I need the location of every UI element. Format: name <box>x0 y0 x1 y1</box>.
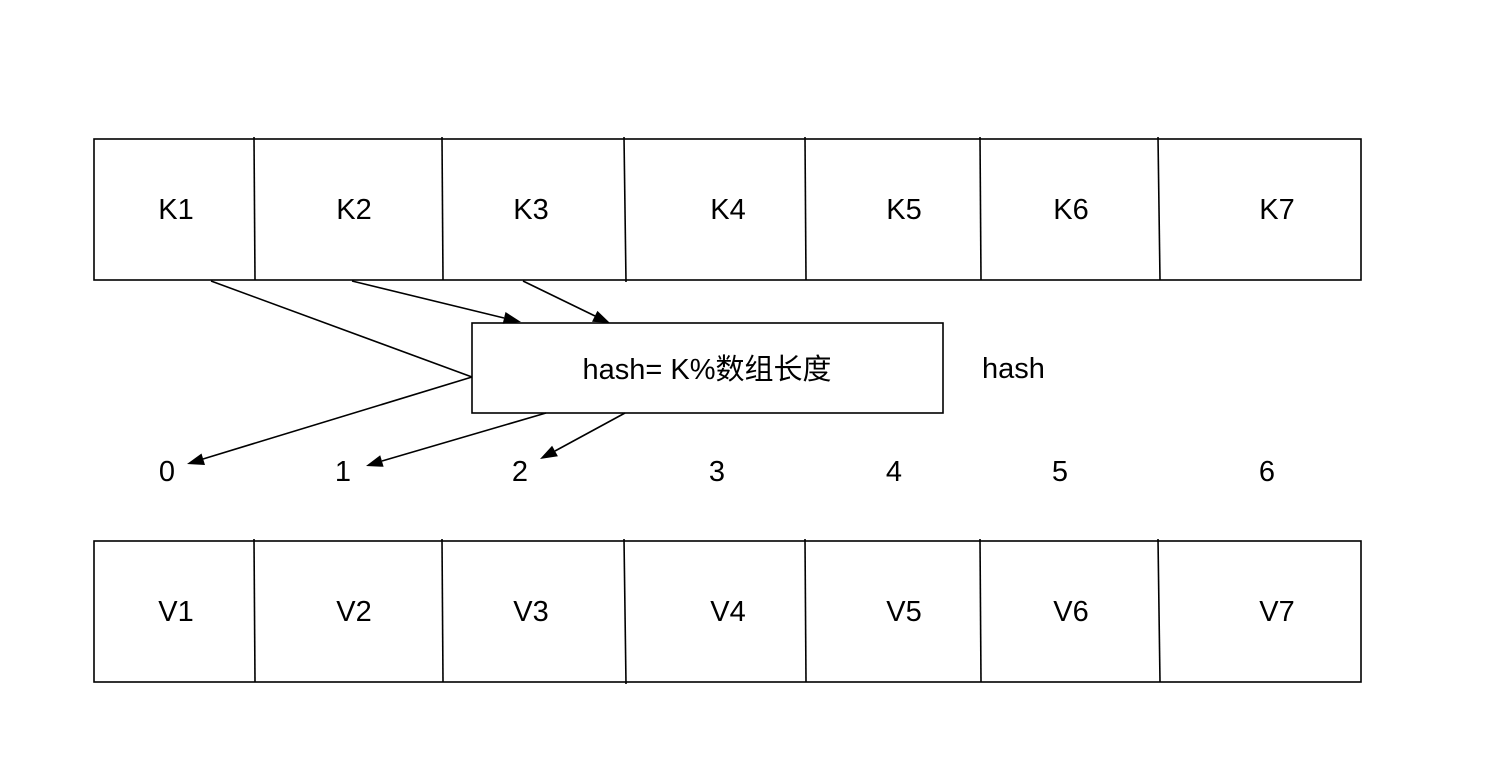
value-cell-v7: V7 <box>1259 596 1294 628</box>
value-cell-v1: V1 <box>158 596 193 628</box>
index-label-3: 3 <box>709 456 725 488</box>
diagram-canvas: K1 K2 K3 K4 K5 K6 K7 hash= K%数组长度 hash 0… <box>93 136 1362 685</box>
keys-divider <box>979 136 982 281</box>
index-label-1: 1 <box>335 456 351 488</box>
values-row: V1 V2 V3 V4 V5 V6 V7 <box>93 538 1362 685</box>
value-cell-v6: V6 <box>1053 596 1088 628</box>
arrowhead-index-0 <box>187 453 205 465</box>
values-divider <box>441 538 444 683</box>
arrow-k3-to-hash <box>522 280 596 317</box>
key-cell-k7: K7 <box>1259 194 1294 226</box>
index-label-0: 0 <box>159 456 175 488</box>
index-label-5: 5 <box>1052 456 1068 488</box>
values-divider <box>253 538 256 683</box>
hash-side-label: hash <box>982 353 1045 385</box>
arrow-k1-to-hash <box>210 280 473 378</box>
arrowhead-index-1 <box>366 455 384 467</box>
keys-divider <box>804 136 807 281</box>
key-cell-k2: K2 <box>336 194 371 226</box>
keys-divider <box>441 136 444 281</box>
arrow-hash-to-index-2 <box>554 412 626 452</box>
key-cell-k5: K5 <box>886 194 921 226</box>
keys-row: K1 K2 K3 K4 K5 K6 K7 <box>93 136 1362 283</box>
arrowhead-k2 <box>502 312 521 324</box>
values-divider <box>804 538 807 683</box>
hash-function-label: hash= K%数组长度 <box>582 353 831 386</box>
arrow-hash-to-index-1 <box>381 412 547 462</box>
index-label-4: 4 <box>886 456 902 488</box>
values-divider <box>979 538 982 683</box>
key-cell-k6: K6 <box>1053 194 1088 226</box>
key-cell-k4: K4 <box>710 194 745 226</box>
index-label-2: 2 <box>512 456 528 488</box>
value-cell-v4: V4 <box>710 596 745 628</box>
key-cell-k3: K3 <box>513 194 548 226</box>
arrowhead-k3 <box>592 310 610 323</box>
value-cell-v5: V5 <box>886 596 921 628</box>
key-cell-k1: K1 <box>158 194 193 226</box>
hash-function: hash= K%数组长度 hash <box>471 322 1045 414</box>
value-cell-v2: V2 <box>336 596 371 628</box>
keys-divider <box>253 136 256 281</box>
index-row: 0 1 2 3 4 5 6 <box>159 456 1275 488</box>
arrowhead-index-2 <box>540 445 558 459</box>
value-cell-v3: V3 <box>513 596 548 628</box>
hash-mapping-diagram: K1 K2 K3 K4 K5 K6 K7 hash= K%数组长度 hash 0… <box>0 0 1488 774</box>
arrow-k2-to-hash <box>351 280 505 319</box>
index-label-6: 6 <box>1259 456 1275 488</box>
